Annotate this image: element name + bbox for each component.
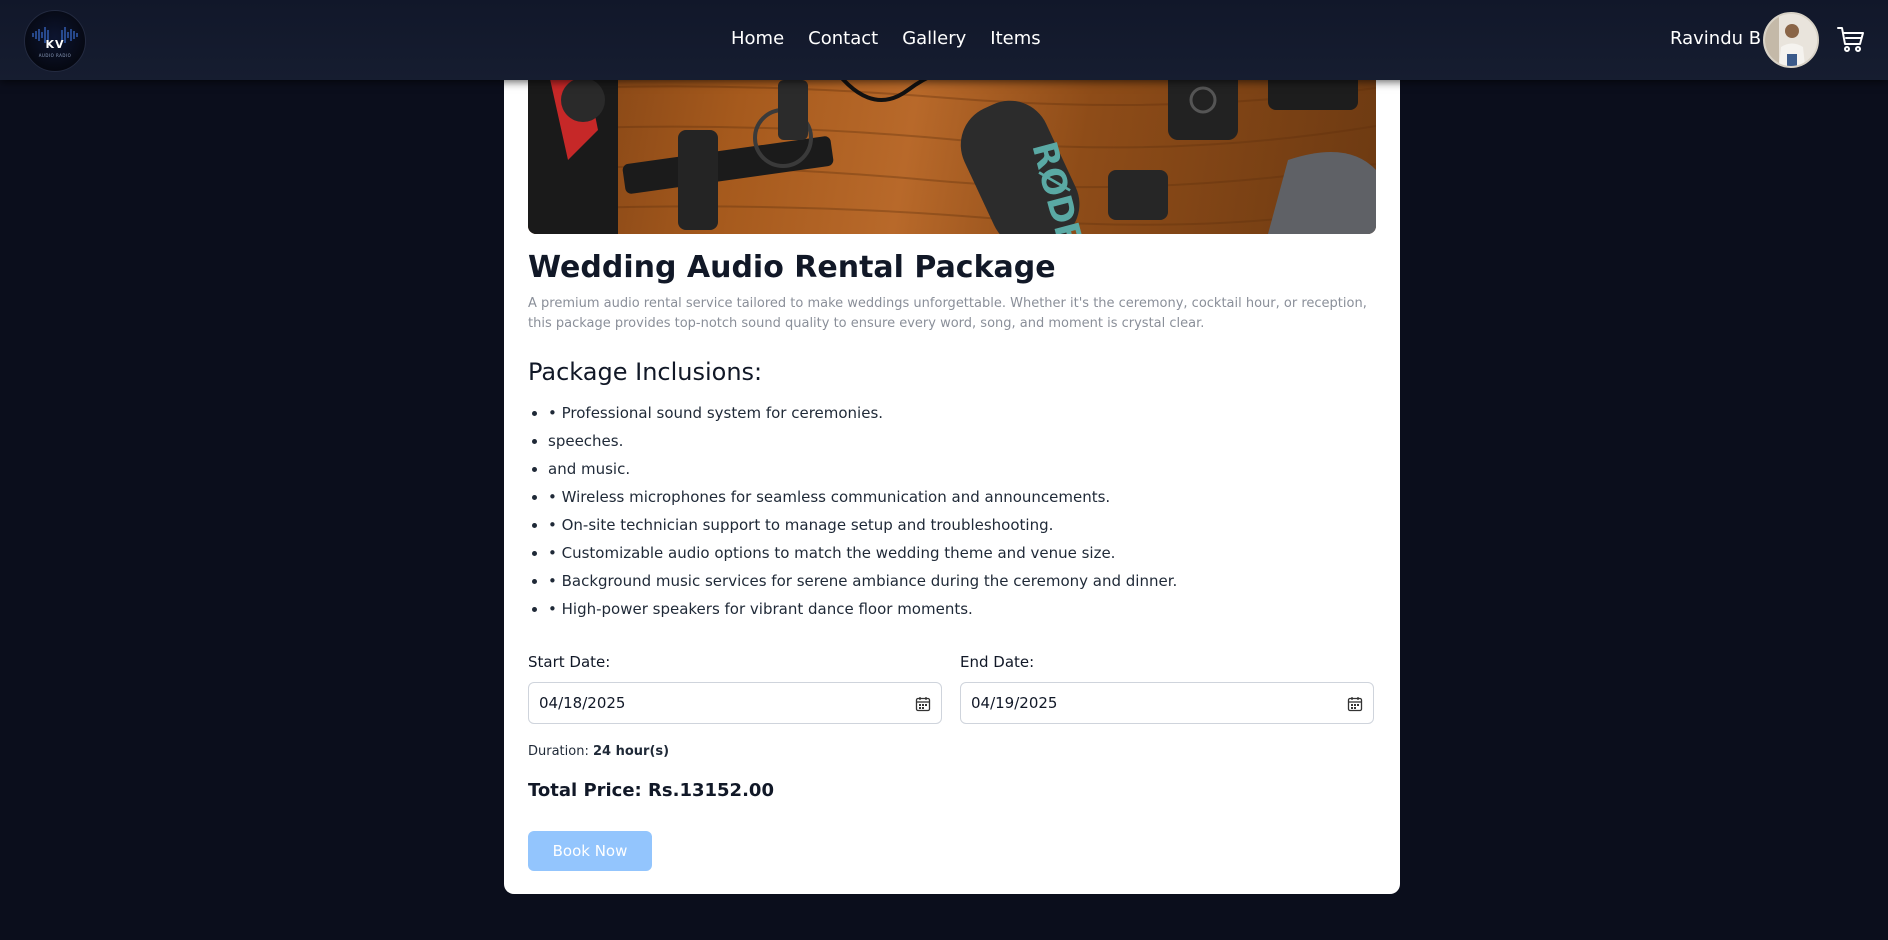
start-date-value: 04/18/2025 [539, 694, 626, 712]
end-date-input[interactable]: 04/19/2025 [960, 682, 1374, 724]
total-price-label: Total Price: [528, 780, 642, 801]
duration-value: 24 hour(s) [592, 744, 670, 759]
list-item: • Wireless microphones for seamless comm… [548, 487, 1177, 515]
book-now-button[interactable]: Book Now [528, 831, 652, 871]
top-navbar: KV AUDIO RADIO Home Contact Gallery Item… [0, 0, 1888, 80]
cart-icon[interactable] [1836, 24, 1866, 54]
nav-links: Home Contact Gallery Items [731, 28, 1041, 49]
package-description: A premium audio rental service tailored … [528, 296, 1367, 331]
start-date-label: Start Date: [528, 653, 611, 671]
inclusions-heading: Package Inclusions: [528, 358, 763, 386]
calendar-icon[interactable] [1347, 696, 1363, 712]
total-price-value: Rs.13152.00 [648, 780, 774, 801]
start-date-input[interactable]: 04/18/2025 [528, 682, 942, 724]
end-date-label: End Date: [960, 653, 1035, 671]
package-card: RØDE Wedding Audio Rental Package A prem… [504, 60, 1400, 894]
inclusions-list: • Professional sound system for ceremoni… [528, 403, 1177, 627]
calendar-icon[interactable] [915, 696, 931, 712]
list-item: • Professional sound system for ceremoni… [548, 403, 1177, 431]
list-item: • On-site technician support to manage s… [548, 515, 1177, 543]
end-date-value: 04/19/2025 [971, 694, 1058, 712]
duration-text: Duration: 24 hour(s) [528, 744, 669, 759]
user-name[interactable]: Ravindu B [1670, 28, 1761, 49]
logo-subtext: AUDIO RADIO [38, 53, 72, 58]
logo-icon[interactable]: KV AUDIO RADIO [24, 10, 86, 72]
duration-label: Duration: [528, 744, 589, 759]
logo-text: KV [45, 38, 65, 51]
total-price: Total Price: Rs.13152.00 [528, 780, 774, 801]
list-item: • Background music services for serene a… [548, 571, 1177, 599]
page-title: Wedding Audio Rental Package [528, 250, 1056, 285]
nav-contact-link[interactable]: Contact [808, 28, 878, 49]
list-item: speeches. [548, 431, 1177, 459]
package-hero-image: RØDE [528, 60, 1376, 234]
nav-home-link[interactable]: Home [731, 28, 784, 49]
list-item: • Customizable audio options to match th… [548, 543, 1177, 571]
nav-items-link[interactable]: Items [990, 28, 1040, 49]
nav-gallery-link[interactable]: Gallery [902, 28, 966, 49]
list-item: and music. [548, 459, 1177, 487]
avatar[interactable] [1763, 12, 1819, 68]
list-item: • High-power speakers for vibrant dance … [548, 599, 1177, 627]
